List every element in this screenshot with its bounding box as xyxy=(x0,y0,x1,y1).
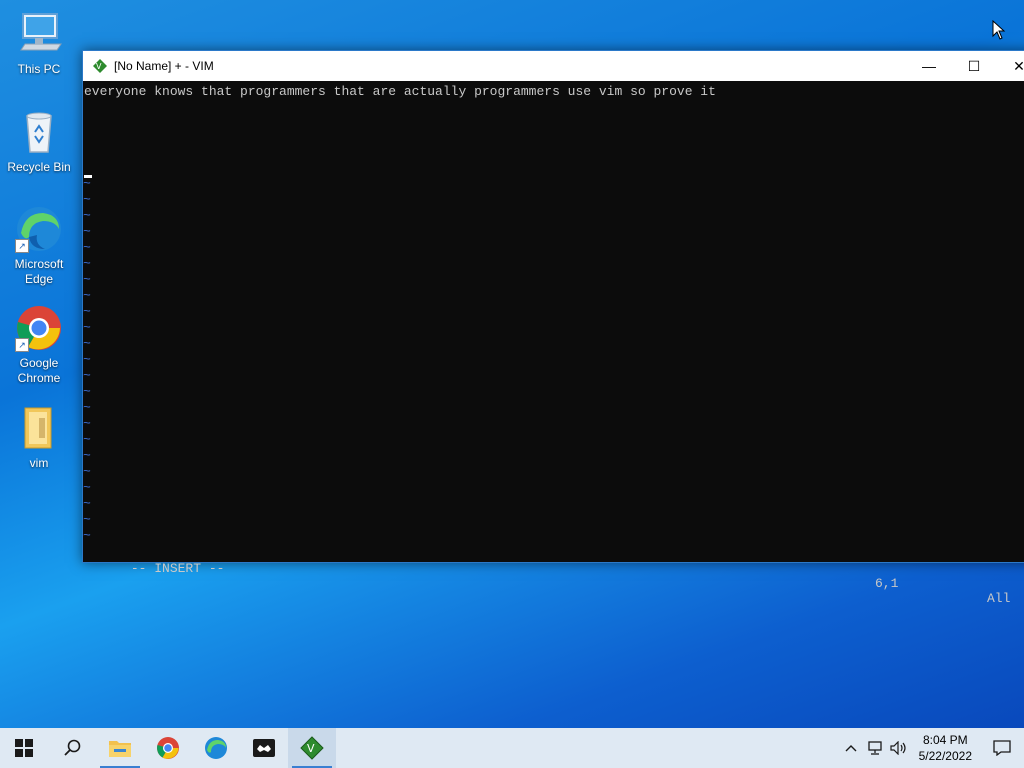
svg-text:V: V xyxy=(307,742,315,755)
scroll-indicator: All xyxy=(987,591,1011,606)
empty-line-tilde: ~ xyxy=(83,336,91,351)
svg-text:V: V xyxy=(96,62,102,71)
file-explorer-icon xyxy=(109,741,131,757)
empty-line-tilde: ~ xyxy=(83,304,91,319)
empty-line-tilde: ~ xyxy=(83,256,91,271)
desktop-icon-label: Recycle Bin xyxy=(7,160,71,174)
status-line: -- INSERT -- 6,1 All xyxy=(84,546,1024,621)
empty-line-tilde: ~ xyxy=(83,192,91,207)
empty-line-tilde: ~ xyxy=(83,208,91,223)
notification-icon xyxy=(993,740,1011,756)
volume-button[interactable] xyxy=(887,728,911,768)
mouse-cursor-icon xyxy=(992,20,1006,40)
empty-line-tilde: ~ xyxy=(83,368,91,383)
taskbar-edge[interactable] xyxy=(192,728,240,768)
chrome-icon: ↗ xyxy=(15,304,63,352)
empty-line-tilde: ~ xyxy=(83,320,91,335)
mode-indicator: -- INSERT -- xyxy=(130,561,225,576)
cursor-position: 6,1 xyxy=(875,576,899,591)
this-pc-icon xyxy=(15,10,63,58)
taskbar: V 8:04 PM 5/22/2022 xyxy=(0,728,1024,768)
empty-line-tilde: ~ xyxy=(83,448,91,463)
vim-app-icon: V xyxy=(93,59,107,73)
empty-line-tilde: ~ xyxy=(83,432,91,447)
start-icon xyxy=(15,739,33,757)
game-icon xyxy=(253,739,275,757)
window-title: [No Name] + - VIM xyxy=(114,59,214,73)
empty-line-tilde: ~ xyxy=(83,352,91,367)
empty-line-tilde: ~ xyxy=(83,224,91,239)
edge-icon: ↗ xyxy=(15,205,63,253)
network-button[interactable] xyxy=(863,728,887,768)
text-line: everyone knows that programmers that are… xyxy=(84,84,716,99)
show-hidden-icons-button[interactable] xyxy=(839,728,863,768)
system-tray: 8:04 PM 5/22/2022 xyxy=(839,728,1024,768)
empty-line-tilde: ~ xyxy=(83,416,91,431)
taskbar-file-explorer[interactable] xyxy=(96,728,144,768)
empty-line-tilde: ~ xyxy=(83,528,91,543)
empty-line-tilde: ~ xyxy=(83,480,91,495)
desktop-icon-label: Microsoft Edge xyxy=(14,257,64,286)
taskbar-vim[interactable]: V xyxy=(288,728,336,768)
edge-icon xyxy=(205,737,227,759)
desktop-icon-this-pc[interactable]: This PC xyxy=(3,10,75,77)
maximize-button[interactable]: ☐ xyxy=(951,51,997,81)
empty-line-tilde: ~ xyxy=(83,176,91,191)
chevron-up-icon xyxy=(845,745,857,752)
close-button[interactable]: ✕ xyxy=(996,51,1024,81)
desktop-icon-label: Google Chrome xyxy=(17,356,61,385)
clock[interactable]: 8:04 PM 5/22/2022 xyxy=(919,732,972,764)
search-button[interactable] xyxy=(48,728,96,768)
network-icon xyxy=(867,741,882,755)
taskbar-game-app[interactable] xyxy=(240,728,288,768)
vim-window[interactable]: V [No Name] + - VIM — ☐ ✕ everyone knows… xyxy=(82,50,1024,606)
taskbar-chrome[interactable] xyxy=(144,728,192,768)
search-icon xyxy=(64,739,81,756)
desktop-icon-chrome[interactable]: ↗ Google Chrome xyxy=(3,304,75,386)
volume-icon xyxy=(890,741,906,755)
vim-icon: V xyxy=(300,736,324,760)
empty-line-tilde: ~ xyxy=(83,288,91,303)
clock-date: 5/22/2022 xyxy=(918,749,972,763)
shortcut-arrow-icon: ↗ xyxy=(15,239,29,253)
title-bar[interactable]: V [No Name] + - VIM — ☐ ✕ xyxy=(83,51,1024,81)
desktop-icon-vim-folder[interactable]: vim xyxy=(3,404,75,471)
vim-editor[interactable]: everyone knows that programmers that are… xyxy=(83,82,1024,606)
desktop-icon-label: This PC xyxy=(17,62,61,76)
empty-line-tilde: ~ xyxy=(83,512,91,527)
recycle-bin-icon xyxy=(15,108,63,156)
empty-line-tilde: ~ xyxy=(83,384,91,399)
empty-line-tilde: ~ xyxy=(83,240,91,255)
minimize-button[interactable]: — xyxy=(906,51,952,81)
shortcut-arrow-icon: ↗ xyxy=(15,338,29,352)
desktop-icon-label: vim xyxy=(29,456,49,470)
empty-line-tilde: ~ xyxy=(83,464,91,479)
empty-line-tilde: ~ xyxy=(83,400,91,415)
start-button[interactable] xyxy=(0,728,48,768)
desktop-icon-edge[interactable]: ↗ Microsoft Edge xyxy=(3,205,75,287)
notifications-button[interactable] xyxy=(980,728,1024,768)
empty-line-tilde: ~ xyxy=(83,272,91,287)
desktop-icon-recycle-bin[interactable]: Recycle Bin xyxy=(3,108,75,175)
folder-icon xyxy=(15,404,63,452)
chrome-icon xyxy=(157,737,179,759)
clock-time: 8:04 PM xyxy=(922,733,968,747)
empty-line-tilde: ~ xyxy=(83,496,91,511)
